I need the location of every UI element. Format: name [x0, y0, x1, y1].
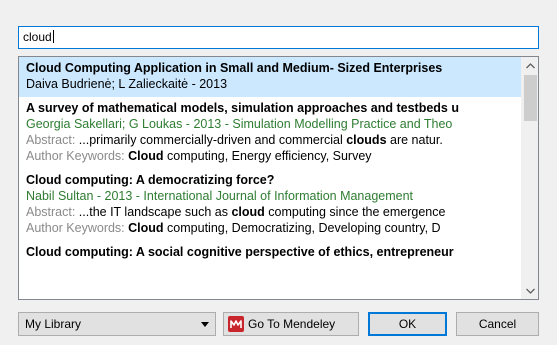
abstract-text-pre: ...the IT landscape such as [75, 205, 232, 219]
chevron-down-icon [201, 322, 209, 327]
keywords-highlight: Cloud [128, 221, 164, 235]
search-input-value: cloud [23, 30, 52, 44]
abstract-highlight: clouds [346, 133, 387, 147]
result-item[interactable]: Cloud Computing Application in Small and… [19, 57, 522, 97]
go-to-mendeley-label: Go To Mendeley [248, 317, 336, 331]
result-title: Cloud computing: A democratizing force? [26, 173, 275, 187]
result-authors: Nabil Sultan - 2013 - International Jour… [26, 189, 414, 203]
result-title: A survey of mathematical models, simulat… [26, 101, 459, 115]
dialog-footer: My Library Go To Mendeley OK Cancel [18, 312, 539, 336]
keywords-highlight: Cloud [128, 149, 164, 163]
library-dropdown[interactable]: My Library [18, 312, 216, 336]
abstract-highlight: cloud [231, 205, 265, 219]
result-item[interactable]: A survey of mathematical models, simulat… [19, 97, 522, 169]
cancel-label: Cancel [478, 317, 517, 331]
scrollbar-thumb[interactable] [524, 75, 537, 121]
results-list-items: Cloud Computing Application in Small and… [19, 57, 522, 299]
cancel-button[interactable]: Cancel [456, 312, 539, 336]
mendeley-logo-icon [228, 316, 244, 332]
result-keywords: Author Keywords: Cloud computing, Democr… [26, 220, 516, 236]
result-item[interactable]: Cloud computing: A democratizing force? … [19, 169, 522, 241]
result-title: Cloud Computing Application in Small and… [26, 61, 443, 75]
chevron-up-icon[interactable] [522, 57, 538, 74]
text-caret [52, 30, 54, 43]
result-abstract: Abstract: ...primarily commercially-driv… [26, 132, 516, 148]
abstract-label: Abstract: [26, 205, 76, 219]
library-dropdown-value: My Library [25, 317, 82, 331]
search-input[interactable]: cloud [18, 26, 539, 49]
abstract-text-post: are natur. [386, 133, 443, 147]
ok-button[interactable]: OK [368, 312, 447, 336]
results-list[interactable]: Cloud Computing Application in Small and… [18, 56, 539, 300]
chevron-down-icon[interactable] [522, 282, 538, 299]
keywords-label: Author Keywords: [26, 149, 125, 163]
result-keywords: Author Keywords: Cloud computing, Energy… [26, 148, 516, 164]
abstract-text-post: computing since the emergence [264, 205, 446, 219]
result-item[interactable]: Cloud computing: A social cognitive pers… [19, 241, 522, 265]
result-authors: Daiva Budrienė; L Zalieckaitė - 2013 [26, 77, 228, 91]
vertical-scrollbar[interactable] [521, 57, 538, 299]
result-abstract: Abstract: ...the IT landscape such as cl… [26, 204, 516, 220]
abstract-text-pre: ...primarily commercially-driven and com… [75, 133, 347, 147]
abstract-label: Abstract: [26, 133, 76, 147]
keywords-label: Author Keywords: [26, 221, 125, 235]
result-authors: Georgia Sakellari; G Loukas - 2013 - Sim… [26, 117, 453, 131]
citation-search-dialog: cloud Cloud Computing Application in Sma… [0, 0, 557, 345]
keywords-text: computing, Democratizing, Developing cou… [163, 221, 441, 235]
result-title: Cloud computing: A social cognitive pers… [26, 245, 454, 259]
ok-label: OK [398, 317, 417, 331]
keywords-text: computing, Energy efficiency, Survey [163, 149, 372, 163]
go-to-mendeley-button[interactable]: Go To Mendeley [223, 312, 359, 336]
